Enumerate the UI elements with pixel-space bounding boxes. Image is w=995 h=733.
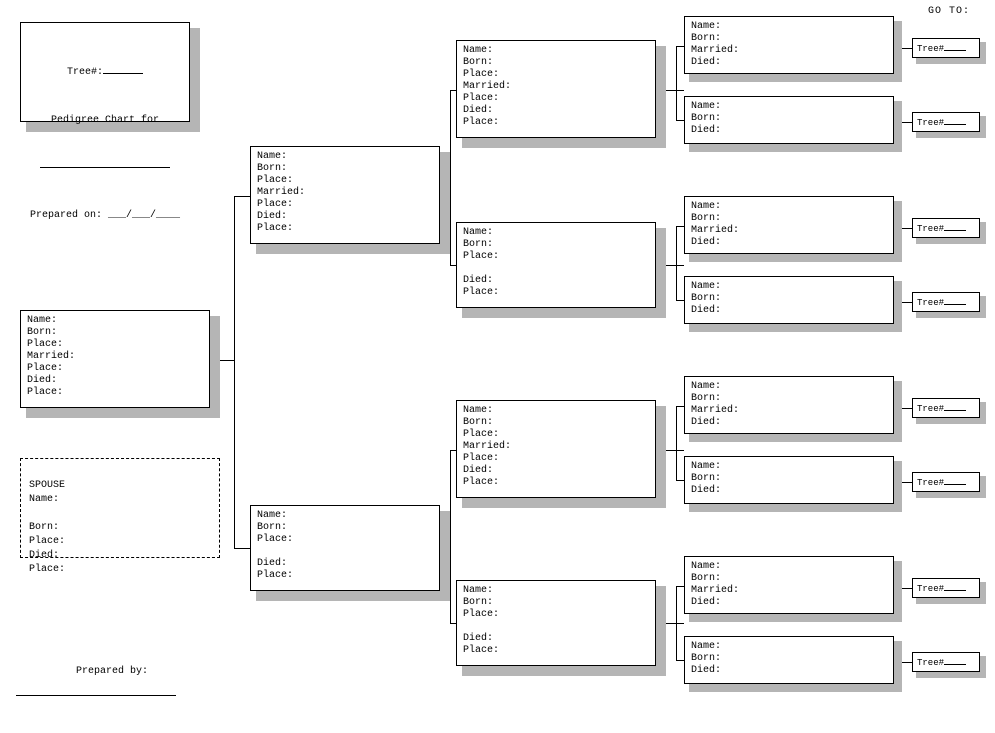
connector (676, 120, 684, 121)
connector (220, 360, 234, 361)
tree-tag-label: Tree# (917, 224, 944, 234)
tree-tag-label: Tree# (917, 658, 944, 668)
connector (902, 48, 912, 49)
connector (902, 588, 912, 589)
connector (676, 586, 677, 660)
person-fields: Name: Born: Married: Died: (684, 16, 894, 74)
prepared-on-date-blank[interactable]: ___/___/____ (108, 210, 180, 221)
connector (902, 302, 912, 303)
goto-label: GO TO: (928, 6, 970, 17)
spouse-place2: Place: (29, 564, 65, 575)
tree-tag-label: Tree# (917, 298, 944, 308)
person-fields: Name: Born: Married: Died: (684, 556, 894, 614)
connector (676, 406, 684, 407)
connector (676, 300, 684, 301)
connector (234, 548, 250, 549)
connector (902, 228, 912, 229)
person-fields: Name: Born: Place: Died: Place: (456, 580, 656, 666)
connector (666, 450, 684, 451)
connector (676, 586, 684, 587)
tree-number-blank[interactable] (103, 63, 143, 74)
spouse-died: Died: (29, 550, 59, 561)
connector (902, 408, 912, 409)
person-fields: Name: Born: Place: Married: Place: Died:… (250, 146, 440, 244)
person-fields: Name: Born: Died: (684, 456, 894, 504)
person-fields: Name: Born: Place: Married: Place: Died:… (456, 400, 656, 498)
connector (676, 226, 684, 227)
prepared-by-label: Prepared by: (76, 666, 148, 677)
connector (234, 196, 250, 197)
connector (902, 662, 912, 663)
prepared-by: Prepared by: (76, 666, 176, 696)
connector (666, 90, 684, 91)
connector (450, 623, 456, 624)
connector (676, 46, 684, 47)
connector (676, 46, 677, 120)
tree-tag-blank[interactable] (944, 476, 966, 485)
connector (450, 265, 456, 266)
connector (450, 90, 451, 266)
person-fields: Name: Born: Died: (684, 96, 894, 144)
pedigree-name-blank[interactable] (40, 167, 170, 168)
connector (450, 450, 456, 451)
person-fields: Name: Born: Place: Married: Place: Died:… (456, 40, 656, 138)
tree-number-label: Tree#: (67, 67, 103, 78)
prepared-by-blank[interactable] (16, 695, 176, 696)
spouse-born: Born: (29, 522, 59, 533)
connector (666, 265, 684, 266)
connector (676, 660, 684, 661)
connector (234, 196, 235, 549)
tree-tag-blank[interactable] (944, 402, 966, 411)
tree-tag-blank[interactable] (944, 656, 966, 665)
connector (666, 623, 684, 624)
person-fields: Name: Born: Place: Died: Place: (250, 505, 440, 591)
tree-tag-blank[interactable] (944, 42, 966, 51)
prepared-on-label: Prepared on: (30, 210, 102, 221)
tree-tag-blank[interactable] (944, 582, 966, 591)
connector (450, 196, 451, 197)
tree-tag-blank[interactable] (944, 222, 966, 231)
person-fields: Name: Born: Married: Died: (684, 376, 894, 434)
connector (902, 482, 912, 483)
person-fields: Name: Born: Married: Died: (684, 196, 894, 254)
person-fields: Name: Born: Place: Married: Place: Died:… (20, 310, 210, 408)
pedigree-chart-for-label: Pedigree Chart for (27, 113, 183, 129)
connector (676, 406, 677, 480)
tree-tag-label: Tree# (917, 478, 944, 488)
connector (450, 450, 451, 624)
spouse-box[interactable]: SPOUSE Name: Born: Place: Died: Place: (20, 458, 220, 558)
connector (902, 122, 912, 123)
spouse-place: Place: (29, 536, 65, 547)
person-fields: Name: Born: Place: Died: Place: (456, 222, 656, 308)
tree-tag-label: Tree# (917, 44, 944, 54)
tree-tag-label: Tree# (917, 584, 944, 594)
tree-tag-blank[interactable] (944, 116, 966, 125)
person-fields: Name: Born: Died: (684, 276, 894, 324)
tree-tag-blank[interactable] (944, 296, 966, 305)
spouse-title: SPOUSE (29, 480, 65, 491)
spouse-name: Name: (29, 494, 59, 505)
connector (450, 90, 456, 91)
connector (676, 480, 684, 481)
person-fields: Name: Born: Died: (684, 636, 894, 684)
tree-tag-label: Tree# (917, 118, 944, 128)
tree-tag-label: Tree# (917, 404, 944, 414)
connector (676, 226, 677, 300)
